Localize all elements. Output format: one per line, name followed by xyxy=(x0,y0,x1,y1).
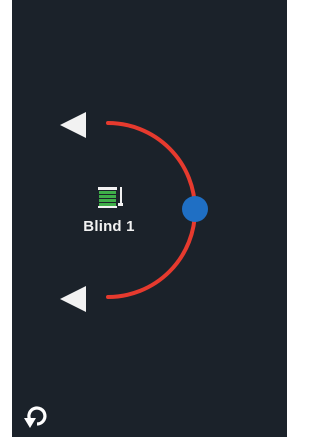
blind-icon xyxy=(98,187,123,208)
position-knob[interactable] xyxy=(182,196,208,222)
blind-control-panel: Blind 1 xyxy=(12,0,287,437)
device-name: Blind 1 xyxy=(83,218,135,235)
close-arrow-button[interactable] xyxy=(60,286,86,312)
open-arrow-button[interactable] xyxy=(60,112,86,138)
rotate-icon[interactable] xyxy=(22,400,48,430)
position-arc[interactable] xyxy=(106,121,197,299)
